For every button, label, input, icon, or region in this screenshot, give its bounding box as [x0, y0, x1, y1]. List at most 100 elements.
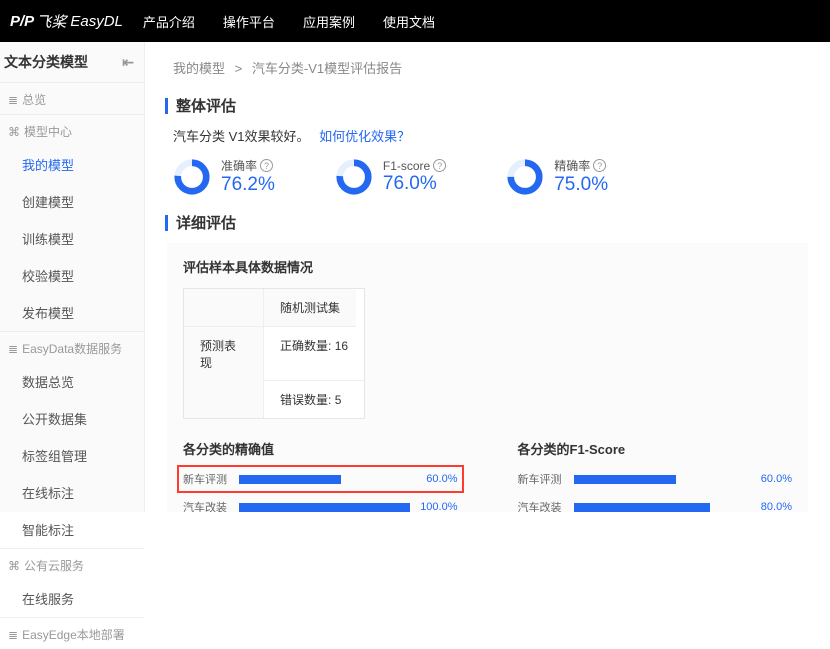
help-icon[interactable]: ? — [433, 159, 446, 172]
sidebar-group[interactable]: ≣ EasyEdge本地部署 — [0, 617, 144, 649]
charts-row: 各分类的精确值新车评测60.0%汽车改装100.0%自驾游记80.0%买车中心6… — [183, 439, 792, 512]
top-nav-bar: P/P 飞桨 EasyDL 产品介绍 操作平台 应用案例 使用文档 — [0, 0, 830, 42]
bar-label: 新车评测 — [183, 471, 239, 487]
sidebar: 文本分类模型 ⇤ ≣ 总览 ⌘ 模型中心我的模型创建模型训练模型校验模型发布模型 ≣ Ea… — [0, 42, 145, 512]
bar-row: 新车评测 60.0% — [518, 468, 793, 490]
overall-summary-text: 汽车分类 V1效果较好。 — [173, 129, 310, 144]
sidebar-group[interactable]: ⌘ 公有云服务 — [0, 548, 144, 580]
breadcrumb-current: 汽车分类-V1模型评估报告 — [252, 61, 402, 76]
table-row-header-cont — [184, 381, 264, 418]
breadcrumb-sep: > — [235, 61, 243, 76]
bar-track — [574, 503, 745, 512]
sidebar-item[interactable]: 发布模型 — [0, 294, 144, 331]
metric-value: 75.0% — [554, 174, 608, 196]
table-cell-correct: 正确数量: 16 — [264, 327, 364, 381]
table-row-header: 预测表现 — [184, 327, 264, 381]
chart: 各分类的F1-Score新车评测60.0%汽车改装80.0%自驾游记88.9%买… — [518, 439, 793, 512]
bar-fill — [574, 475, 676, 484]
bar-value: 100.0% — [410, 501, 458, 512]
table-cell-wrong: 错误数量: 5 — [264, 381, 357, 418]
bar-fill — [239, 475, 341, 484]
sidebar-item[interactable]: 在线服务 — [0, 580, 144, 617]
bar-fill — [239, 503, 410, 512]
optimize-link[interactable]: 如何优化效果？ — [319, 129, 410, 144]
sidebar-item[interactable]: 公开数据集 — [0, 400, 144, 437]
metric: 准确率 ?76.2% — [173, 157, 275, 196]
sidebar-item[interactable]: 标签组管理 — [0, 437, 144, 474]
sidebar-item[interactable]: 智能标注 — [0, 511, 144, 548]
breadcrumb: 我的模型 > 汽车分类-V1模型评估报告 — [145, 42, 830, 91]
sidebar-item[interactable]: 创建模型 — [0, 183, 144, 220]
bar-label: 新车评测 — [518, 471, 574, 487]
metric-ring-icon — [335, 158, 373, 196]
detail-subtitle: 评估样本具体数据情况 — [183, 257, 792, 276]
metric: 精确率 ?75.0% — [506, 157, 608, 196]
sidebar-item[interactable]: 训练模型 — [0, 220, 144, 257]
sidebar-item[interactable]: 校验模型 — [0, 257, 144, 294]
logo-en: EasyDL — [70, 13, 123, 30]
group-icon: ≣ — [8, 342, 18, 356]
metric-label: F1-score ? — [383, 159, 446, 173]
help-icon[interactable]: ? — [593, 159, 606, 172]
sidebar-group[interactable]: ≣ EasyData数据服务 — [0, 331, 144, 363]
logo-zh: 飞桨 — [36, 11, 66, 32]
overall-summary: 汽车分类 V1效果较好。 如何优化效果？ — [173, 126, 802, 145]
logo-pp: P/P — [10, 13, 34, 30]
section-detail-title: 详细评估 — [165, 212, 802, 233]
metric-ring-icon — [506, 158, 544, 196]
topnav-item-3[interactable]: 使用文档 — [383, 12, 435, 31]
bar-label: 汽车改装 — [518, 499, 574, 512]
chart: 各分类的精确值新车评测60.0%汽车改装100.0%自驾游记80.0%买车中心6… — [183, 439, 458, 512]
group-label: 模型中心 — [24, 123, 72, 140]
group-label: 公有云服务 — [24, 557, 84, 574]
bar-value: 60.0% — [410, 473, 458, 485]
metric: F1-score ?76.0% — [335, 157, 446, 196]
bar-row: 新车评测 60.0% — [183, 468, 458, 490]
detail-box: 评估样本具体数据情况 随机测试集 预测表现 正确数量: 16 错误数量: 5 各… — [167, 243, 808, 512]
bar-track — [239, 475, 410, 484]
sidebar-item[interactable]: 数据总览 — [0, 363, 144, 400]
bar-row: 汽车改装 80.0% — [518, 496, 793, 512]
bar-track — [574, 475, 745, 484]
chart-title: 各分类的F1-Score — [518, 439, 793, 458]
bar-label: 汽车改装 — [183, 499, 239, 512]
group-icon: ⌘ — [8, 559, 20, 573]
metric-label: 准确率 ? — [221, 157, 275, 174]
table-blank — [184, 289, 264, 327]
bar-value: 80.0% — [744, 501, 792, 512]
group-icon: ⌘ — [8, 125, 20, 139]
bar-row: 汽车改装 100.0% — [183, 496, 458, 512]
breadcrumb-root[interactable]: 我的模型 — [173, 61, 225, 76]
chart-title: 各分类的精确值 — [183, 439, 458, 458]
overall-metrics: 准确率 ?76.2% F1-score ?76.0% 精确率 ?75.0% — [173, 157, 830, 196]
group-icon: ≣ — [8, 93, 18, 107]
bar-value: 60.0% — [744, 473, 792, 485]
table-col-header: 随机测试集 — [264, 289, 356, 327]
metric-ring-icon — [173, 158, 211, 196]
sidebar-title: 文本分类模型 — [4, 52, 88, 72]
top-nav: 产品介绍 操作平台 应用案例 使用文档 — [143, 12, 435, 31]
group-icon: ≣ — [8, 628, 18, 642]
metric-label: 精确率 ? — [554, 157, 608, 174]
group-label: EasyData数据服务 — [22, 340, 122, 357]
sidebar-header: 文本分类模型 ⇤ — [0, 42, 144, 82]
brand-logo[interactable]: P/P 飞桨 EasyDL — [10, 11, 123, 32]
main-content: 我的模型 > 汽车分类-V1模型评估报告 整体评估 汽车分类 V1效果较好。 如… — [145, 42, 830, 512]
metric-value: 76.2% — [221, 174, 275, 196]
sidebar-group[interactable]: ⌘ 模型中心 — [0, 114, 144, 146]
bar-fill — [574, 503, 710, 512]
bar-track — [239, 503, 410, 512]
topnav-item-2[interactable]: 应用案例 — [303, 12, 355, 31]
group-label: 总览 — [22, 91, 46, 108]
section-overall-title: 整体评估 — [165, 95, 802, 116]
collapse-icon[interactable]: ⇤ — [122, 54, 134, 71]
sidebar-item[interactable]: 我的模型 — [0, 146, 144, 183]
metric-value: 76.0% — [383, 173, 446, 195]
topnav-item-1[interactable]: 操作平台 — [223, 12, 275, 31]
sidebar-group[interactable]: ≣ 总览 — [0, 82, 144, 114]
group-label: EasyEdge本地部署 — [22, 626, 125, 643]
topnav-item-0[interactable]: 产品介绍 — [143, 12, 195, 31]
sample-table: 随机测试集 预测表现 正确数量: 16 错误数量: 5 — [183, 288, 365, 419]
sidebar-item[interactable]: 在线标注 — [0, 474, 144, 511]
help-icon[interactable]: ? — [260, 159, 273, 172]
